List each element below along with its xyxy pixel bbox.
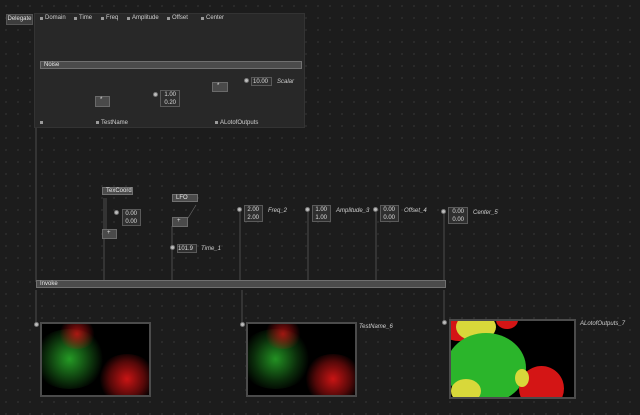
amplitude-3-label: Amplitude_3	[336, 208, 370, 214]
scalar-label: Scalar	[277, 79, 295, 85]
yellow-blob	[515, 369, 529, 387]
yellow-blob	[451, 379, 481, 397]
multiply-node-b-op: *	[217, 83, 220, 89]
value-pair-a-v2: 0.20	[164, 100, 176, 106]
freq-2-label: Freq_2	[268, 208, 288, 214]
amplitude-3-value-box[interactable]: 1.00 1.00	[312, 205, 331, 222]
preview-2-label: TestName_6	[359, 324, 393, 330]
testname-output-pin[interactable]	[96, 121, 99, 124]
center-5-label: Center_5	[473, 210, 498, 216]
time-input-label: Time	[79, 15, 93, 21]
amplitude-3-v2: 1.00	[315, 215, 327, 221]
texcoord-v1: 0.00	[125, 211, 137, 217]
offset-4-v1: 0.00	[383, 207, 395, 213]
center-5-v1: 0.00	[452, 209, 464, 215]
center-5-pin[interactable]	[441, 209, 446, 214]
delegate-button[interactable]: Delegate	[6, 14, 33, 25]
multiply-node-a[interactable]: *	[95, 96, 110, 107]
freq-2-v1: 2.00	[247, 207, 259, 213]
freq-2-pin[interactable]	[237, 207, 242, 212]
amplitude-input-label: Amplitude	[132, 15, 159, 21]
amplitude-3-pin[interactable]	[305, 207, 310, 212]
lfo-node-title: LFO	[176, 195, 188, 201]
scalar-value-box[interactable]: 10.00	[251, 77, 272, 86]
texcoord-add-op: +	[107, 230, 111, 236]
time-input-pin[interactable]	[74, 17, 77, 20]
preview-1-image	[40, 322, 151, 397]
freq-2-value-box[interactable]: 2.00 2.00	[244, 205, 263, 222]
delegate-group-panel	[34, 13, 305, 128]
texcoord-node[interactable]: TexCoord	[102, 187, 133, 195]
texcoord-node-title: TexCoord	[106, 188, 132, 194]
center-input-pin[interactable]	[201, 17, 204, 20]
texcoord-add-node[interactable]: +	[102, 229, 117, 239]
freq-2-v2: 2.00	[247, 215, 259, 221]
time-1-label: Time_1	[201, 246, 221, 252]
testname-output-label: TestName	[101, 120, 129, 126]
lfo-node[interactable]: LFO	[172, 194, 198, 202]
texcoord-value-pin[interactable]	[114, 210, 119, 215]
domain-input-label: Domain	[45, 15, 66, 21]
offset-4-pin[interactable]	[373, 207, 378, 212]
texcoord-value-box[interactable]: 0.00 0.00	[122, 209, 141, 226]
preview-2-pin[interactable]	[240, 322, 245, 327]
lfo-add-node[interactable]: +	[172, 217, 188, 227]
preview-2-image	[246, 322, 357, 397]
offset-4-v2: 0.00	[383, 215, 395, 221]
time-1-value-box[interactable]: 101.9	[177, 244, 197, 253]
alotofoutputs-output-pin[interactable]	[215, 121, 218, 124]
offset-input-label: Offset	[172, 15, 188, 21]
multiply-node-a-op: *	[100, 97, 103, 103]
domain-input-pin[interactable]	[40, 17, 43, 20]
red-blob	[496, 321, 518, 329]
invoke-node[interactable]: Invoke	[36, 280, 446, 288]
center-5-value-box[interactable]: 0.00 0.00	[448, 207, 468, 224]
noise-node[interactable]: Noise	[40, 61, 302, 69]
preview-3-label: ALotofOutputs_7	[580, 321, 626, 327]
lfo-add-op: +	[177, 218, 181, 224]
center-input-label: Center	[206, 15, 225, 21]
scalar-pin[interactable]	[244, 78, 249, 83]
alotofoutputs-output-label: ALotofOutputs	[220, 120, 259, 126]
value-pair-a-pin[interactable]	[153, 92, 158, 97]
amplitude-input-pin[interactable]	[127, 17, 130, 20]
red-blob	[303, 354, 355, 395]
preview-1-pin[interactable]	[34, 322, 39, 327]
invoke-node-title: Invoke	[40, 281, 58, 287]
group-output-pin[interactable]	[40, 121, 43, 124]
offset-input-pin[interactable]	[167, 17, 170, 20]
freq-input-pin[interactable]	[101, 17, 104, 20]
center-5-v2: 0.00	[452, 217, 464, 223]
offset-4-value-box[interactable]: 0.00 0.00	[380, 205, 399, 222]
time-1-pin[interactable]	[170, 245, 175, 250]
noise-node-title: Noise	[44, 62, 60, 68]
multiply-node-b[interactable]: *	[212, 82, 228, 92]
value-pair-a-box[interactable]: 1.00 0.20	[160, 90, 180, 107]
value-pair-a-v1: 1.00	[164, 92, 176, 98]
amplitude-3-v1: 1.00	[315, 207, 327, 213]
red-blob	[97, 354, 149, 395]
offset-4-label: Offset_4	[404, 208, 427, 214]
texcoord-v2: 0.00	[125, 219, 137, 225]
preview-3-pin[interactable]	[442, 320, 447, 325]
preview-3-image	[449, 319, 576, 399]
freq-input-label: Freq	[106, 15, 119, 21]
